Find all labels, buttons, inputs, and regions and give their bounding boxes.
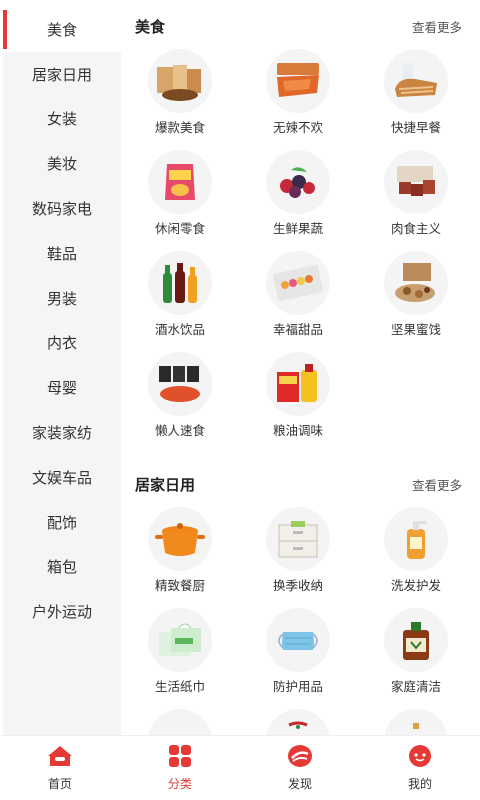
more-item-icon (148, 709, 212, 735)
grid-item-label: 无辣不欢 (272, 120, 323, 135)
home-icon (46, 744, 74, 772)
tissue-icon (148, 608, 212, 672)
grid-item[interactable]: 无辣不欢 (239, 46, 357, 147)
shampoo-icon (384, 507, 448, 571)
category-icon (168, 744, 192, 772)
grid-item-label: 懒人速食 (154, 423, 205, 438)
instant-noodle-icon (148, 352, 212, 416)
sidebar-item-food[interactable]: 美食 (3, 7, 121, 52)
sidebar-item-underwear[interactable]: 内衣 (3, 321, 121, 366)
grid-item[interactable]: 幸福甜品 (239, 248, 357, 349)
sidebar-item-electronics[interactable]: 数码家电 (3, 186, 121, 231)
tab-category[interactable]: 分类 (120, 736, 240, 800)
bread-icon (384, 49, 448, 113)
tab-label: 发现 (287, 777, 312, 791)
sidebar-item-baby[interactable]: 母婴 (3, 365, 121, 410)
section-header-household: 居家日用 查看更多 (121, 464, 480, 504)
grid-item[interactable] (357, 706, 475, 735)
category-page: 美食 居家日用 女装 美妆 数码家电 鞋品 男装 内衣 母婴 家装家纺 文娱车品… (0, 0, 480, 800)
grid-item[interactable]: 快捷早餐 (357, 46, 475, 147)
view-more-link[interactable]: 查看更多 (412, 17, 462, 36)
snack-box-icon (148, 49, 212, 113)
section-title: 居家日用 (135, 475, 196, 494)
sidebar-item-home-textiles[interactable]: 家装家纺 (3, 410, 121, 455)
macaron-icon (266, 251, 330, 315)
tab-label: 我的 (407, 777, 432, 791)
tab-discover[interactable]: 发现 (240, 736, 360, 800)
grid-item[interactable]: 休闲零食 (121, 147, 239, 248)
disinfectant-icon (384, 608, 448, 672)
sidebar-item-household[interactable]: 居家日用 (3, 52, 121, 97)
category-content: 美食 查看更多 爆款美食 无辣不欢 快捷早餐 休闲零食 生鲜果蔬 肉食主义 酒水… (121, 0, 480, 735)
grid-item[interactable]: 肉食主义 (357, 147, 475, 248)
grid-item-label: 酒水饮品 (154, 322, 205, 337)
grid-item-label: 精致餐厨 (154, 578, 205, 593)
grid-item-label: 生活纸巾 (154, 679, 205, 694)
category-sidebar: 美食 居家日用 女装 美妆 数码家电 鞋品 男装 内衣 母婴 家装家纺 文娱车品… (3, 7, 121, 735)
bottom-tab-bar: 首页 分类 发现 我的 (0, 735, 480, 800)
grid-item[interactable]: 酒水饮品 (121, 248, 239, 349)
grid-item[interactable]: 洗发护发 (357, 504, 475, 605)
sidebar-item-mens-clothing[interactable]: 男装 (3, 276, 121, 321)
grid-item[interactable]: 换季收纳 (239, 504, 357, 605)
section-header-food: 美食 查看更多 (121, 6, 480, 46)
berries-icon (266, 150, 330, 214)
grid-item-label: 肉食主义 (390, 221, 441, 236)
grid-item-label: 洗发护发 (390, 578, 441, 593)
sidebar-item-entertainment-car[interactable]: 文娱车品 (3, 455, 121, 500)
more-item-icon (384, 709, 448, 735)
sidebar-item-outdoor[interactable]: 户外运动 (3, 589, 121, 634)
household-grid: 精致餐厨 换季收纳 洗发护发 生活纸巾 防护用品 家庭清洁 (121, 504, 480, 735)
pot-icon (148, 507, 212, 571)
meat-icon (384, 150, 448, 214)
view-more-link[interactable]: 查看更多 (412, 475, 462, 494)
grid-item-label: 粮油调味 (272, 423, 323, 438)
grid-item-label: 坚果蜜饯 (390, 322, 441, 337)
grid-item[interactable]: 生活纸巾 (121, 605, 239, 706)
more-item-icon (266, 709, 330, 735)
tab-home[interactable]: 首页 (0, 736, 120, 800)
grid-item-label: 防护用品 (272, 679, 323, 694)
grid-item[interactable]: 防护用品 (239, 605, 357, 706)
grid-item-label: 生鲜果蔬 (272, 221, 323, 236)
storage-box-icon (266, 507, 330, 571)
tab-profile[interactable]: 我的 (360, 736, 480, 800)
spicy-jerky-icon (266, 49, 330, 113)
chips-bag-icon (148, 150, 212, 214)
profile-icon (407, 744, 433, 772)
grid-item-label: 休闲零食 (154, 221, 205, 236)
sidebar-item-bags[interactable]: 箱包 (3, 545, 121, 590)
tab-label: 分类 (167, 777, 192, 791)
grid-item-label: 家庭清洁 (390, 679, 441, 694)
sidebar-item-beauty[interactable]: 美妆 (3, 141, 121, 186)
nuts-icon (384, 251, 448, 315)
grid-item[interactable] (121, 706, 239, 735)
sidebar-item-womens-clothing[interactable]: 女装 (3, 97, 121, 142)
section-title: 美食 (135, 17, 166, 36)
grid-item[interactable]: 爆款美食 (121, 46, 239, 147)
sidebar-item-accessories[interactable]: 配饰 (3, 500, 121, 545)
grid-item[interactable]: 生鲜果蔬 (239, 147, 357, 248)
grid-item[interactable]: 粮油调味 (239, 349, 357, 450)
tab-label: 首页 (47, 777, 72, 791)
grid-item[interactable]: 精致餐厨 (121, 504, 239, 605)
grid-item[interactable]: 懒人速食 (121, 349, 239, 450)
grid-item[interactable]: 家庭清洁 (357, 605, 475, 706)
grid-item-label: 幸福甜品 (272, 322, 323, 337)
grid-item-label: 换季收纳 (272, 578, 323, 593)
mask-icon (266, 608, 330, 672)
grid-item-label: 爆款美食 (154, 120, 205, 135)
discover-icon (287, 744, 313, 772)
grid-item-label: 快捷早餐 (390, 120, 441, 135)
grid-item[interactable] (239, 706, 357, 735)
bottles-icon (148, 251, 212, 315)
food-grid: 爆款美食 无辣不欢 快捷早餐 休闲零食 生鲜果蔬 肉食主义 酒水饮品 幸福甜品 … (121, 46, 480, 450)
oil-rice-icon (266, 352, 330, 416)
grid-item[interactable]: 坚果蜜饯 (357, 248, 475, 349)
sidebar-item-shoes[interactable]: 鞋品 (3, 231, 121, 276)
